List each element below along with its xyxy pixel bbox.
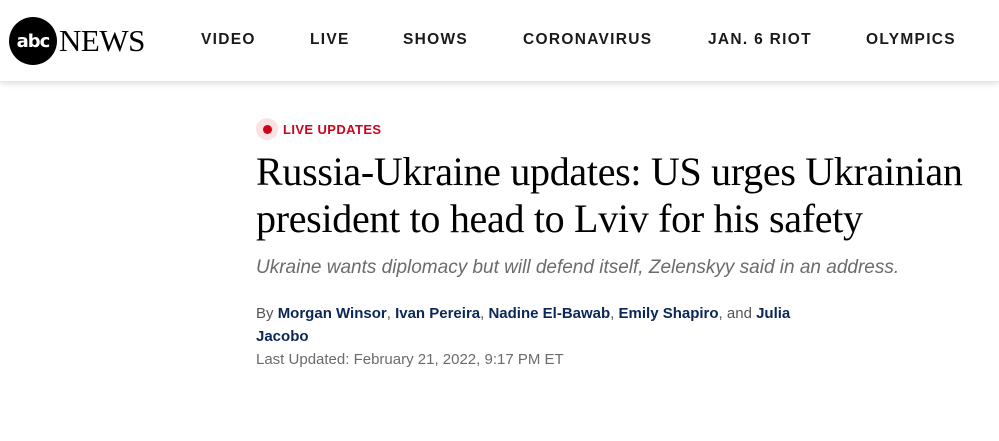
last-updated-timestamp: Last Updated: February 21, 2022, 9:17 PM… [256, 351, 564, 368]
live-dot [262, 124, 272, 134]
nav-item-live[interactable]: LIVE [310, 31, 350, 49]
top-navigation-bar: abc NEWS VIDEO LIVE SHOWS CORONAVIRUS JA… [0, 0, 999, 82]
live-updates-tag: LIVE UPDATES [256, 118, 996, 140]
nav-item-shows[interactable]: SHOWS [403, 31, 468, 49]
byline-prefix: By [256, 305, 274, 322]
live-updates-label: LIVE UPDATES [283, 121, 382, 137]
byline-conjunction: and [726, 305, 752, 322]
author-link[interactable]: Ivan Pereira [395, 305, 480, 322]
byline: By Morgan Winsor, Ivan Pereira, Nadine E… [256, 305, 791, 345]
nav-item-olympics[interactable]: OLYMPICS [866, 31, 956, 49]
nav-item-jan-6-riot[interactable]: JAN. 6 RIOT [708, 31, 812, 49]
nav-item-video[interactable]: VIDEO [201, 31, 256, 49]
headline: Russia-Ukraine updates: US urges Ukraini… [256, 149, 963, 241]
article-dek: Ukraine wants diplomacy but will defend … [256, 257, 900, 278]
author-link[interactable]: Nadine El-Bawab [488, 305, 610, 322]
author-link[interactable]: Morgan Winsor [278, 305, 387, 322]
nav-item-coronavirus[interactable]: CORONAVIRUS [523, 31, 652, 49]
main-nav: VIDEO LIVE SHOWS CORONAVIRUS JAN. 6 RIOT… [0, 31, 999, 51]
article-header: LIVE UPDATES Russia-Ukraine updates: US … [256, 118, 996, 370]
live-indicator-icon [256, 118, 278, 140]
author-link[interactable]: Emily Shapiro [619, 305, 719, 322]
